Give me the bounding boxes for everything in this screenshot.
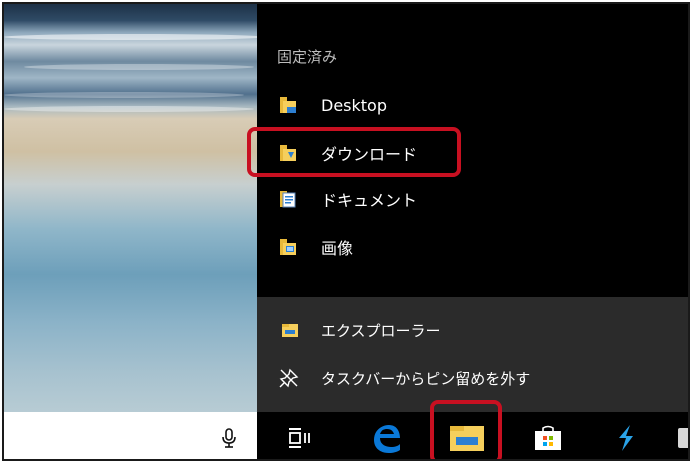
edge-button[interactable] xyxy=(362,412,410,459)
task-view-button[interactable] xyxy=(276,412,322,459)
pinned-section-title: 固定済み xyxy=(277,48,338,66)
app-icon xyxy=(619,424,633,451)
task-open-file-explorer[interactable]: エクスプローラー xyxy=(257,307,688,353)
pictures-folder-icon xyxy=(280,239,296,255)
task-view-icon xyxy=(289,427,310,448)
pinned-item-pictures[interactable]: 画像 xyxy=(257,224,688,270)
pinned-item-label: Desktop xyxy=(321,95,387,115)
documents-folder-icon xyxy=(280,191,296,208)
pinned-item-desktop[interactable]: Desktop xyxy=(257,82,688,128)
screenshot-frame: 固定済み Desktop ダウンロード ドキュメント 画像 エクスプローラー タ… xyxy=(2,2,690,461)
task-label: エクスプローラー xyxy=(321,321,441,340)
task-unpin-from-taskbar[interactable]: タスクバーからピン留めを外す xyxy=(257,355,688,401)
store-button[interactable] xyxy=(525,412,571,459)
microphone-icon xyxy=(222,427,236,448)
pinned-item-documents[interactable]: ドキュメント xyxy=(257,176,688,222)
desktop-folder-icon xyxy=(280,97,296,113)
app-button[interactable] xyxy=(606,412,646,459)
unpin-icon xyxy=(279,368,299,388)
jump-list-tasks: エクスプローラー タスクバーからピン留めを外す xyxy=(257,297,688,412)
task-label: タスクバーからピン留めを外す xyxy=(321,369,531,388)
file-explorer-icon xyxy=(282,324,298,337)
jump-list: 固定済み Desktop ダウンロード ドキュメント 画像 エクスプローラー タ… xyxy=(257,4,688,412)
store-icon xyxy=(535,425,561,450)
edge-icon xyxy=(374,424,400,453)
explorer-highlight xyxy=(430,400,502,459)
trash-icon xyxy=(678,427,688,448)
pinned-item-label: 画像 xyxy=(321,239,354,258)
pinned-item-label: ドキュメント xyxy=(321,191,418,210)
active-app-indicator xyxy=(442,459,492,461)
partial-taskbar-icon[interactable] xyxy=(676,412,688,459)
downloads-highlight xyxy=(247,127,461,177)
microphone-button[interactable] xyxy=(209,412,249,459)
